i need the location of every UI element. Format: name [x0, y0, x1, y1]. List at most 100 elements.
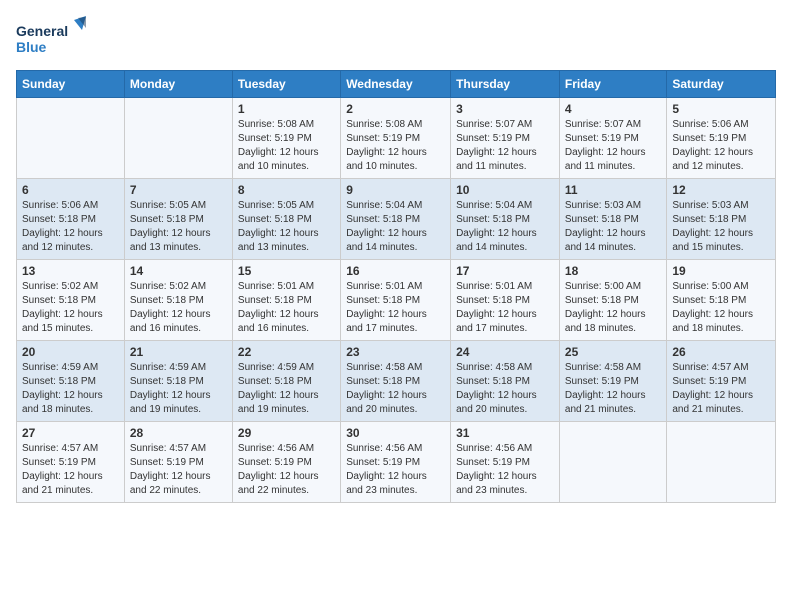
page-header: General Blue [16, 16, 776, 60]
day-info: Sunrise: 5:03 AM Sunset: 5:18 PM Dayligh… [672, 199, 770, 255]
calendar-cell: 10 Sunrise: 5:04 AM Sunset: 5:18 PM Dayli… [451, 179, 560, 260]
calendar-cell: 8 Sunrise: 5:05 AM Sunset: 5:18 PM Daylig… [232, 179, 340, 260]
day-number: 24 [456, 345, 554, 359]
day-info: Sunrise: 5:04 AM Sunset: 5:18 PM Dayligh… [346, 199, 445, 255]
day-info: Sunrise: 5:02 AM Sunset: 5:18 PM Dayligh… [22, 280, 119, 336]
day-number: 3 [456, 102, 554, 116]
day-info: Sunrise: 5:05 AM Sunset: 5:18 PM Dayligh… [238, 199, 335, 255]
day-info: Sunrise: 5:06 AM Sunset: 5:18 PM Dayligh… [22, 199, 119, 255]
calendar-cell: 15Sunrise: 5:01 AM Sunset: 5:18 PM Dayli… [232, 260, 340, 341]
calendar-cell: 27Sunrise: 4:57 AM Sunset: 5:19 PM Dayli… [17, 422, 125, 503]
day-number: 19 [672, 264, 770, 278]
calendar-table: SundayMondayTuesdayWednesdayThursdayFrid… [16, 70, 776, 503]
day-info: Sunrise: 5:05 AM Sunset: 5:18 PM Dayligh… [130, 199, 227, 255]
calendar-cell: 16 Sunrise: 5:01 AM Sunset: 5:18 PM Dayli… [341, 260, 451, 341]
day-info: Sunrise: 4:59 AM Sunset: 5:18 PM Dayligh… [22, 361, 119, 417]
calendar-header-row: SundayMondayTuesdayWednesdayThursdayFrid… [17, 71, 776, 98]
calendar-cell: 13 Sunrise: 5:02 AM Sunset: 5:18 PM Dayli… [17, 260, 125, 341]
day-info: Sunrise: 4:58 AM Sunset: 5:18 PM Dayligh… [346, 361, 445, 417]
calendar-cell: 6Sunrise: 5:06 AM Sunset: 5:18 PM Daylig… [17, 179, 125, 260]
day-info: Sunrise: 5:00 AM Sunset: 5:18 PM Dayligh… [672, 280, 770, 336]
day-info: Sunrise: 5:01 AM Sunset: 5:18 PM Dayligh… [456, 280, 554, 336]
day-number: 25 [565, 345, 661, 359]
calendar-cell [559, 422, 666, 503]
day-info: Sunrise: 5:08 AM Sunset: 5:19 PM Dayligh… [346, 118, 445, 174]
day-number: 8 [238, 183, 335, 197]
calendar-week-row: 20 Sunrise: 4:59 AM Sunset: 5:18 PM Dayli… [17, 341, 776, 422]
day-number: 12 [672, 183, 770, 197]
day-info: Sunrise: 4:57 AM Sunset: 5:19 PM Dayligh… [22, 442, 119, 498]
calendar-cell: 1 Sunrise: 5:08 AM Sunset: 5:19 PM Daylig… [232, 98, 340, 179]
calendar-cell: 18 Sunrise: 5:00 AM Sunset: 5:18 PM Dayli… [559, 260, 666, 341]
day-header-wednesday: Wednesday [341, 71, 451, 98]
calendar-cell: 4Sunrise: 5:07 AM Sunset: 5:19 PM Daylig… [559, 98, 666, 179]
day-info: Sunrise: 5:01 AM Sunset: 5:18 PM Dayligh… [238, 280, 335, 336]
svg-text:Blue: Blue [16, 39, 47, 55]
calendar-cell: 31 Sunrise: 4:56 AM Sunset: 5:19 PM Dayli… [451, 422, 560, 503]
calendar-cell: 26 Sunrise: 4:57 AM Sunset: 5:19 PM Dayli… [667, 341, 776, 422]
day-info: Sunrise: 4:58 AM Sunset: 5:18 PM Dayligh… [456, 361, 554, 417]
day-info: Sunrise: 4:59 AM Sunset: 5:18 PM Dayligh… [238, 361, 335, 417]
calendar-cell: 23Sunrise: 4:58 AM Sunset: 5:18 PM Dayli… [341, 341, 451, 422]
day-info: Sunrise: 5:06 AM Sunset: 5:19 PM Dayligh… [672, 118, 770, 174]
day-number: 13 [22, 264, 119, 278]
day-info: Sunrise: 4:56 AM Sunset: 5:19 PM Dayligh… [456, 442, 554, 498]
day-header-thursday: Thursday [451, 71, 560, 98]
day-info: Sunrise: 5:02 AM Sunset: 5:18 PM Dayligh… [130, 280, 227, 336]
calendar-cell [667, 422, 776, 503]
calendar-cell [17, 98, 125, 179]
day-info: Sunrise: 4:57 AM Sunset: 5:19 PM Dayligh… [672, 361, 770, 417]
calendar-cell: 25 Sunrise: 4:58 AM Sunset: 5:19 PM Dayli… [559, 341, 666, 422]
day-number: 11 [565, 183, 661, 197]
day-number: 18 [565, 264, 661, 278]
day-info: Sunrise: 4:56 AM Sunset: 5:19 PM Dayligh… [238, 442, 335, 498]
day-header-tuesday: Tuesday [232, 71, 340, 98]
calendar-cell: 29 Sunrise: 4:56 AM Sunset: 5:19 PM Dayli… [232, 422, 340, 503]
day-number: 29 [238, 426, 335, 440]
calendar-cell: 19 Sunrise: 5:00 AM Sunset: 5:18 PM Dayli… [667, 260, 776, 341]
calendar-week-row: 1 Sunrise: 5:08 AM Sunset: 5:19 PM Daylig… [17, 98, 776, 179]
calendar-cell: 3 Sunrise: 5:07 AM Sunset: 5:19 PM Daylig… [451, 98, 560, 179]
day-number: 17 [456, 264, 554, 278]
day-info: Sunrise: 5:01 AM Sunset: 5:18 PM Dayligh… [346, 280, 445, 336]
day-number: 1 [238, 102, 335, 116]
day-number: 14 [130, 264, 227, 278]
day-header-friday: Friday [559, 71, 666, 98]
day-info: Sunrise: 5:04 AM Sunset: 5:18 PM Dayligh… [456, 199, 554, 255]
day-info: Sunrise: 4:59 AM Sunset: 5:18 PM Dayligh… [130, 361, 227, 417]
day-number: 26 [672, 345, 770, 359]
day-number: 30 [346, 426, 445, 440]
day-number: 16 [346, 264, 445, 278]
day-info: Sunrise: 5:07 AM Sunset: 5:19 PM Dayligh… [456, 118, 554, 174]
calendar-cell: 20 Sunrise: 4:59 AM Sunset: 5:18 PM Dayli… [17, 341, 125, 422]
day-number: 5 [672, 102, 770, 116]
day-info: Sunrise: 4:57 AM Sunset: 5:19 PM Dayligh… [130, 442, 227, 498]
day-header-monday: Monday [124, 71, 232, 98]
calendar-cell: 21 Sunrise: 4:59 AM Sunset: 5:18 PM Dayli… [124, 341, 232, 422]
logo-svg: General Blue [16, 16, 86, 60]
calendar-cell: 9 Sunrise: 5:04 AM Sunset: 5:18 PM Daylig… [341, 179, 451, 260]
day-info: Sunrise: 5:00 AM Sunset: 5:18 PM Dayligh… [565, 280, 661, 336]
calendar-cell: 17 Sunrise: 5:01 AM Sunset: 5:18 PM Dayli… [451, 260, 560, 341]
calendar-cell: 5 Sunrise: 5:06 AM Sunset: 5:19 PM Daylig… [667, 98, 776, 179]
calendar-week-row: 13 Sunrise: 5:02 AM Sunset: 5:18 PM Dayli… [17, 260, 776, 341]
day-number: 20 [22, 345, 119, 359]
day-number: 31 [456, 426, 554, 440]
day-info: Sunrise: 4:58 AM Sunset: 5:19 PM Dayligh… [565, 361, 661, 417]
day-number: 7 [130, 183, 227, 197]
calendar-cell: 14 Sunrise: 5:02 AM Sunset: 5:18 PM Dayli… [124, 260, 232, 341]
day-number: 21 [130, 345, 227, 359]
svg-text:General: General [16, 23, 68, 39]
day-number: 9 [346, 183, 445, 197]
calendar-cell: 24 Sunrise: 4:58 AM Sunset: 5:18 PM Dayli… [451, 341, 560, 422]
calendar-cell: 7 Sunrise: 5:05 AM Sunset: 5:18 PM Daylig… [124, 179, 232, 260]
day-number: 28 [130, 426, 227, 440]
day-info: Sunrise: 5:08 AM Sunset: 5:19 PM Dayligh… [238, 118, 335, 174]
calendar-cell: 12 Sunrise: 5:03 AM Sunset: 5:18 PM Dayli… [667, 179, 776, 260]
day-info: Sunrise: 4:56 AM Sunset: 5:19 PM Dayligh… [346, 442, 445, 498]
calendar-cell: 28 Sunrise: 4:57 AM Sunset: 5:19 PM Dayli… [124, 422, 232, 503]
calendar-cell: 2Sunrise: 5:08 AM Sunset: 5:19 PM Daylig… [341, 98, 451, 179]
day-number: 10 [456, 183, 554, 197]
calendar-cell: 22Sunrise: 4:59 AM Sunset: 5:18 PM Dayli… [232, 341, 340, 422]
day-header-sunday: Sunday [17, 71, 125, 98]
